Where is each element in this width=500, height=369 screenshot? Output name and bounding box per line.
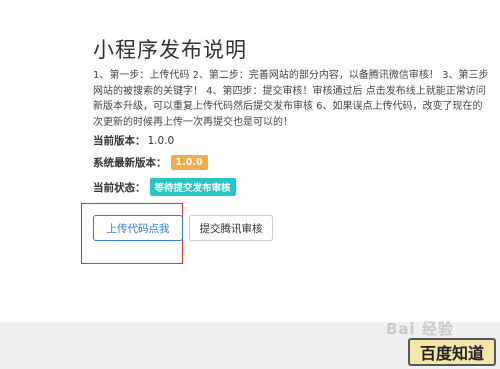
- status-badge: 等待提交发布审核: [149, 178, 236, 196]
- submit-review-button[interactable]: 提交腾讯审核: [189, 215, 273, 241]
- latest-version-label: 系统最新版本：: [93, 157, 167, 169]
- description-line: 新版本升级，可以重复上传代码然后提交发布审核 6、如果误点上传代码，改变了现在的: [93, 101, 483, 112]
- current-version-label: 当前版本：: [93, 135, 146, 147]
- latest-version-badge: 1.0.0: [170, 155, 208, 170]
- description-line: 次更新的时候再上传一次再提交也是可以的！: [93, 116, 293, 128]
- latest-version-row: 系统最新版本： 1.0.0: [93, 155, 208, 170]
- release-description: 1、第一步：上传代码 2、第二步：完善网站的部分内容，以备腾讯微信审核！ 3、第…: [93, 68, 500, 130]
- page-title: 小程序发布说明: [93, 38, 247, 62]
- upload-code-button[interactable]: 上传代码点我: [93, 215, 183, 241]
- release-panel: 小程序发布说明 1、第一步：上传代码 2、第二步：完善网站的部分内容，以备腾讯微…: [0, 0, 500, 322]
- current-version-row: 当前版本： 1.0.0: [93, 133, 174, 148]
- baidu-jingyan-watermark: Bai 经验: [386, 320, 454, 338]
- baidu-zhidao-watermark: 百度知道: [408, 338, 496, 366]
- current-version-value: 1.0.0: [147, 134, 175, 147]
- description-line: 网站的被搜索的关键字！ 4、第四步：提交审核！审核通过后 点击发布线上就能正常访…: [93, 85, 486, 97]
- status-row: 当前状态： 等待提交发布审核: [93, 178, 236, 196]
- status-label: 当前状态：: [93, 181, 146, 194]
- description-line: 1、第一步：上传代码 2、第二步：完善网站的部分内容，以备腾讯微信审核！ 3、第…: [93, 70, 489, 81]
